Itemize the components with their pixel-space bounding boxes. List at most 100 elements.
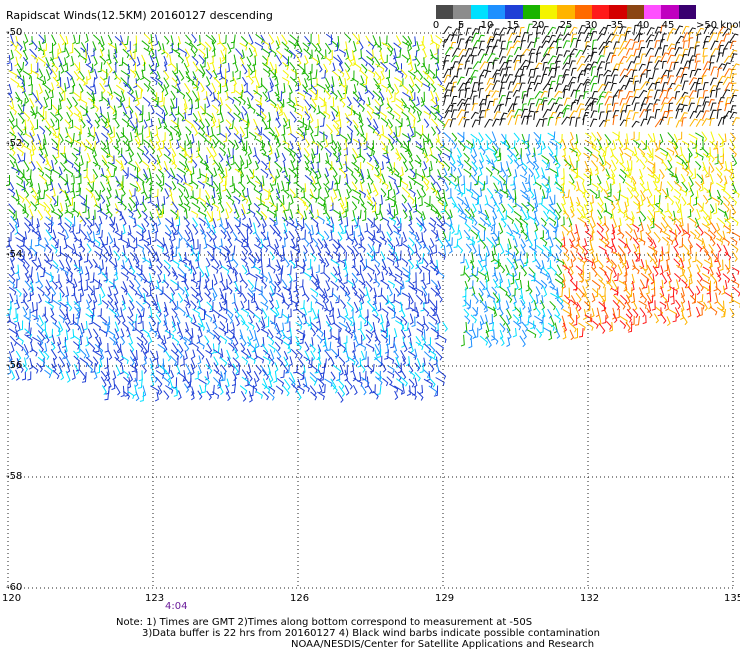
wind-barb <box>405 300 411 310</box>
wind-barb <box>28 357 33 370</box>
wind-barb <box>276 259 282 272</box>
wind-barb <box>583 152 591 161</box>
wind-barb <box>225 103 232 114</box>
wind-barb <box>382 181 389 190</box>
wind-barb <box>24 33 29 44</box>
wind-barb <box>688 182 693 193</box>
wind-barb <box>108 259 117 271</box>
wind-barb <box>143 190 149 201</box>
wind-barb <box>311 57 319 66</box>
wind-barb <box>38 68 44 79</box>
wind-barb <box>331 348 339 359</box>
wind-barb <box>697 272 703 282</box>
wind-barb <box>438 334 447 344</box>
wind-barb <box>331 384 338 394</box>
wind-barb <box>302 70 310 80</box>
wind-barb <box>547 87 554 98</box>
wind-barb <box>604 160 612 170</box>
wind-barb <box>362 211 367 222</box>
wind-barb <box>183 264 193 275</box>
wind-barb <box>233 187 242 198</box>
wind-barb <box>717 208 727 217</box>
wind-barb <box>396 48 402 58</box>
wind-barb <box>138 125 144 135</box>
wind-barb <box>680 173 686 184</box>
wind-barb <box>484 109 490 118</box>
wind-barb <box>72 320 81 331</box>
wind-barb <box>576 208 584 219</box>
wind-barb <box>10 370 16 381</box>
wind-barb <box>590 243 595 254</box>
wind-barb <box>235 208 240 220</box>
wind-barb <box>632 223 640 233</box>
wind-barb <box>225 201 233 214</box>
wind-barb <box>597 74 604 84</box>
wind-barb <box>422 257 429 268</box>
wind-barb <box>642 140 647 150</box>
wind-barb <box>299 264 305 274</box>
wind-barb <box>716 52 724 63</box>
wind-barb <box>350 362 355 373</box>
wind-barb <box>71 369 76 380</box>
wind-barb <box>387 118 394 129</box>
wind-barb <box>318 384 323 394</box>
wind-barb <box>256 138 266 148</box>
wind-barb <box>437 83 446 92</box>
wind-barb <box>365 35 372 47</box>
wind-barb <box>23 315 31 324</box>
wind-barb <box>618 90 624 99</box>
wind-barb <box>429 49 434 60</box>
wind-barb <box>339 364 344 376</box>
wind-barb <box>332 166 338 178</box>
wind-barb <box>547 251 557 262</box>
wind-barb <box>65 127 69 139</box>
wind-barb <box>190 300 197 310</box>
wind-barb <box>170 90 176 101</box>
wind-barb <box>115 75 122 84</box>
wind-barb <box>247 355 256 364</box>
wind-barb <box>626 95 634 104</box>
wind-barb <box>52 154 58 165</box>
wind-barb <box>324 378 333 387</box>
wind-barb <box>709 273 717 284</box>
wind-barb <box>303 271 312 281</box>
wind-barb <box>416 189 422 200</box>
wind-barb <box>464 272 471 282</box>
wind-barb <box>480 230 486 242</box>
wind-barb <box>289 111 297 123</box>
wind-barb <box>421 187 427 198</box>
wind-barb <box>419 384 424 395</box>
wind-barb <box>191 250 199 262</box>
wind-barb <box>729 216 739 226</box>
wind-barb <box>168 42 173 54</box>
wind-barb <box>223 133 228 143</box>
colorbar-segment <box>661 5 680 19</box>
wind-barb <box>380 279 390 289</box>
wind-barb <box>430 154 439 164</box>
wind-barb <box>624 27 632 37</box>
wind-barb <box>617 47 628 57</box>
wind-barb <box>38 153 46 164</box>
wind-barb <box>444 182 450 192</box>
wind-barb <box>577 217 587 227</box>
wind-barb <box>491 166 500 175</box>
wind-barb <box>713 203 718 215</box>
wind-barb <box>728 293 733 304</box>
wind-barb <box>331 335 340 344</box>
wind-barb <box>281 124 286 136</box>
wind-barb <box>722 89 731 98</box>
wind-barb <box>500 336 505 347</box>
wind-barb <box>389 383 399 393</box>
wind-barb <box>591 183 599 192</box>
wind-barb <box>177 390 182 400</box>
wind-barbs-layer <box>5 23 740 403</box>
wind-barb <box>199 64 206 77</box>
wind-barb <box>69 43 74 54</box>
wind-barb <box>388 286 393 297</box>
wind-barb <box>590 308 595 318</box>
wind-barb <box>137 89 143 100</box>
wind-barb <box>345 182 353 194</box>
wind-barb <box>573 315 578 326</box>
wind-barb <box>262 91 269 102</box>
wind-barb <box>338 356 346 367</box>
